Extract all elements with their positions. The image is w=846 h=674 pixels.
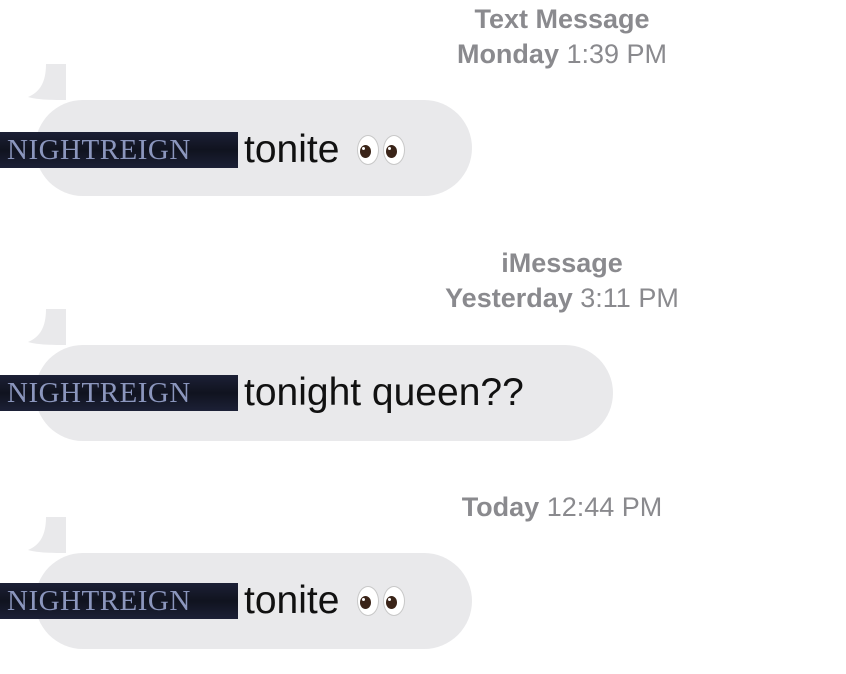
timestamp: Yesterday 3:11 PM	[445, 283, 679, 313]
message-text: tonite	[244, 128, 340, 171]
timestamp: Today 12:44 PM	[461, 492, 663, 522]
message-content: NIGHTREIGN tonight queen??	[0, 345, 524, 441]
nightreign-logo: NIGHTREIGN	[0, 132, 238, 168]
message-content: NIGHTREIGN tonite	[0, 102, 406, 198]
timestamp-group-1: Text Message Monday 1:39 PM	[362, 2, 762, 72]
service-label: Text Message	[474, 4, 650, 34]
eyes-emoji-icon	[357, 135, 406, 165]
nightreign-logo: NIGHTREIGN	[0, 375, 238, 411]
bubble-tail	[28, 309, 66, 345]
bubble-tail	[28, 64, 66, 100]
message-text: tonite	[244, 579, 340, 622]
bubble-tail	[28, 517, 66, 553]
message-content: NIGHTREIGN tonite	[0, 553, 406, 649]
timestamp-group-2: iMessage Yesterday 3:11 PM	[362, 246, 762, 316]
timestamp-group-3: Today 12:44 PM	[362, 490, 762, 525]
nightreign-logo: NIGHTREIGN	[0, 583, 238, 619]
message-text: tonight queen??	[244, 371, 524, 414]
eyes-emoji-icon	[357, 586, 406, 616]
service-label: iMessage	[501, 248, 623, 278]
timestamp: Monday 1:39 PM	[456, 39, 668, 69]
